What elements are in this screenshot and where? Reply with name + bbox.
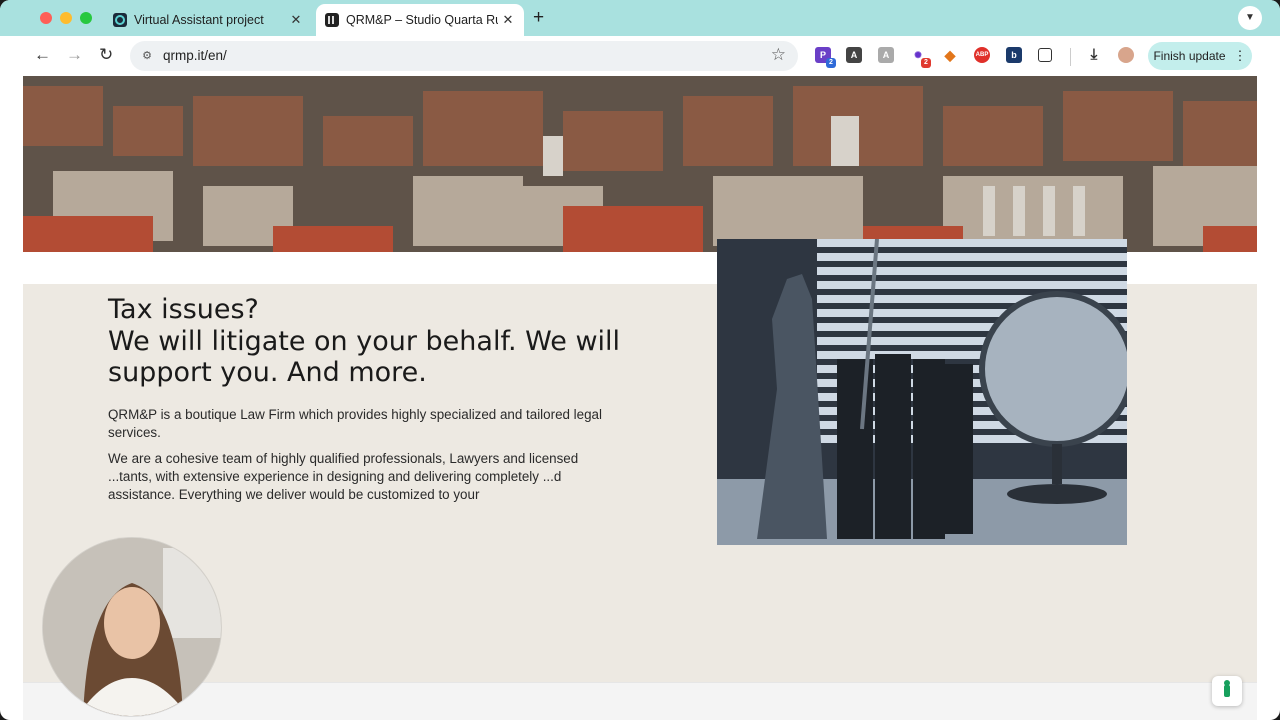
- new-tab-button[interactable]: +: [533, 7, 544, 29]
- badge-count: 2: [921, 58, 931, 68]
- finish-update-button[interactable]: Finish update ⋮: [1148, 42, 1252, 70]
- heading-line-2: We will litigate on your behalf. We will…: [108, 325, 621, 389]
- tab-virtual-assistant[interactable]: Virtual Assistant project ✕: [104, 4, 312, 36]
- extension-blue-icon[interactable]: b: [1006, 47, 1022, 63]
- site-favicon-icon: [325, 13, 339, 27]
- more-vert-icon[interactable]: ⋮: [1234, 48, 1247, 64]
- toolbar-divider: [1070, 48, 1071, 66]
- extensions-puzzle-icon[interactable]: [1038, 48, 1052, 62]
- bookmark-star-icon[interactable]: ☆: [771, 45, 786, 65]
- extension-spark-icon[interactable]: ✺ 2: [910, 47, 931, 68]
- address-bar[interactable]: ⚙ qrmp.it/en/ ☆: [130, 41, 798, 71]
- chat-icon: [1224, 680, 1230, 697]
- forward-arrow-icon[interactable]: →: [66, 45, 83, 65]
- city-skyline-banner: [23, 76, 1257, 252]
- finish-update-label: Finish update: [1153, 49, 1226, 63]
- browser-toolbar: ← → ↻ ⚙ qrmp.it/en/ ☆ P2 A A ✺ 2 ◆ ABP b …: [0, 36, 1280, 76]
- next-section-band: [23, 682, 1257, 720]
- intro-paragraph-2: We are a cohesive team of highly qualifi…: [108, 451, 579, 502]
- metamask-fox-icon[interactable]: ◆: [942, 47, 958, 63]
- tab-title: Virtual Assistant project: [134, 13, 264, 27]
- adblock-icon[interactable]: ABP: [974, 47, 990, 63]
- tab-qrmp[interactable]: QRM&P – Studio Quarta Rubi ✕: [316, 4, 524, 36]
- close-tab-icon[interactable]: ✕: [286, 12, 306, 28]
- chat-widget-button[interactable]: [1212, 676, 1242, 706]
- back-arrow-icon[interactable]: ←: [34, 45, 51, 65]
- close-window-button[interactable]: [40, 12, 52, 24]
- maximize-window-button[interactable]: [80, 12, 92, 24]
- url-text[interactable]: qrmp.it/en/: [163, 48, 227, 63]
- hero-heading: Tax issues? We will litigate on your beh…: [108, 294, 628, 389]
- reload-icon[interactable]: ↻: [99, 45, 113, 65]
- extension-gray-icon[interactable]: A: [878, 47, 894, 63]
- badge-count: 2: [826, 58, 836, 68]
- extension-purple-icon[interactable]: P2: [815, 47, 836, 68]
- site-favicon-icon: [113, 13, 127, 27]
- justice-statue-photo: [717, 239, 1127, 545]
- tab-bar: Virtual Assistant project ✕ QRM&P – Stud…: [0, 0, 1280, 36]
- heading-line-1: Tax issues?: [108, 294, 259, 325]
- webcam-overlay: [43, 538, 221, 716]
- intro-paragraph-1: QRM&P is a boutique Law Firm which provi…: [108, 407, 602, 440]
- download-icon[interactable]: ⤓: [1086, 47, 1102, 63]
- tab-search-chevron-icon[interactable]: ▼: [1238, 6, 1262, 30]
- site-settings-icon[interactable]: ⚙: [139, 48, 155, 64]
- browser-window: Virtual Assistant project ✕ QRM&P – Stud…: [0, 0, 1280, 720]
- extension-dark-icon[interactable]: A: [846, 47, 862, 63]
- minimize-window-button[interactable]: [60, 12, 72, 24]
- tab-title: QRM&P – Studio Quarta Rubi: [346, 13, 498, 27]
- profile-avatar[interactable]: [1118, 47, 1134, 63]
- close-tab-icon[interactable]: ✕: [498, 12, 518, 28]
